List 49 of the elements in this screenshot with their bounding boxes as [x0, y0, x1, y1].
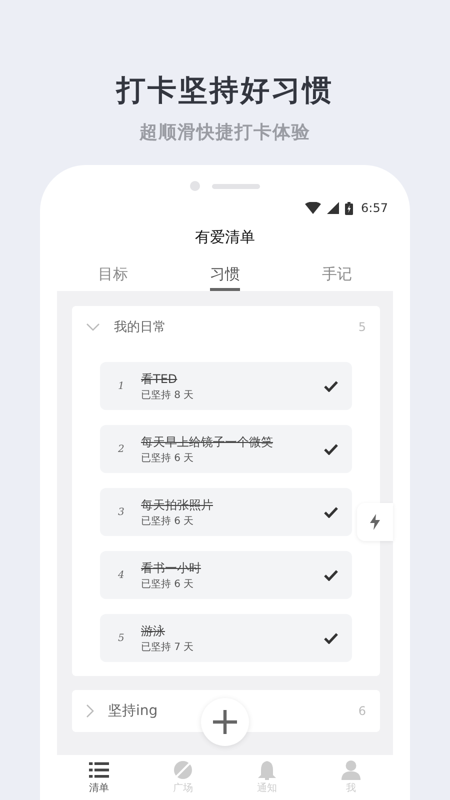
list-icon	[89, 760, 109, 780]
streak-text: 已坚持 8 天	[141, 388, 194, 402]
quick-action-button[interactable]	[357, 503, 393, 541]
plus-icon	[213, 710, 237, 734]
camera-dot	[190, 181, 200, 191]
streak-text: 已坚持 6 天	[141, 514, 194, 528]
habit-title: 看TED	[141, 370, 178, 386]
signal-icon	[327, 202, 340, 214]
check-icon[interactable]	[324, 506, 338, 518]
lightning-icon	[370, 514, 380, 530]
streak-text: 已坚持 6 天	[141, 452, 194, 464]
streak-text: 已坚持 7 天	[141, 640, 194, 654]
habit-title: 游泳	[141, 622, 165, 638]
item-number: 5	[118, 632, 126, 644]
group-name[interactable]: 我的日常	[114, 318, 358, 336]
habit-title: 看书一小时	[141, 560, 201, 576]
check-icon[interactable]	[324, 380, 338, 392]
group-count: 6	[358, 704, 366, 718]
headline: 打卡坚持好习惯	[116, 72, 334, 109]
status-time: 6:57	[361, 201, 388, 215]
habit-item[interactable]: 2 每天早上给镜子一个微笑 已坚持 6 天	[100, 425, 352, 473]
streak-text: 已坚持 6 天	[141, 578, 194, 590]
habit-item[interactable]: 4 看书一小时 已坚持 6 天	[100, 551, 352, 599]
check-icon[interactable]	[324, 444, 338, 454]
item-number: 3	[118, 506, 126, 518]
item-number: 1	[118, 380, 126, 392]
habit-item[interactable]: 1 看TED 已坚持 8 天	[100, 362, 352, 410]
speaker-slot	[212, 184, 260, 188]
tab[interactable]: 目标	[57, 263, 169, 291]
wifi-icon	[305, 202, 322, 214]
nav-item[interactable]: 清单	[57, 755, 141, 800]
group-count: 5	[358, 320, 366, 334]
item-number: 4	[118, 570, 126, 580]
habit-item[interactable]: 5 游泳 已坚持 7 天	[100, 614, 352, 662]
tab[interactable]: 习惯	[169, 263, 281, 291]
subtitle: 超顺滑快捷打卡体验	[140, 121, 310, 145]
app-title: 有爱清单	[194, 227, 256, 248]
tab[interactable]: 手记	[281, 263, 393, 291]
person-icon	[341, 760, 361, 780]
item-number: 2	[118, 444, 126, 454]
check-icon[interactable]	[324, 570, 338, 580]
planet-icon	[173, 760, 193, 780]
habit-item[interactable]: 3 每天拍张照片 已坚持 6 天	[100, 488, 352, 536]
battery-icon	[345, 202, 354, 214]
habit-title: 每天早上给镜子一个微笑	[141, 434, 273, 450]
check-icon[interactable]	[324, 632, 338, 644]
group-name[interactable]: 坚持ing	[108, 702, 358, 720]
bell-icon	[257, 760, 277, 780]
habit-title: 每天拍张照片	[141, 496, 213, 512]
